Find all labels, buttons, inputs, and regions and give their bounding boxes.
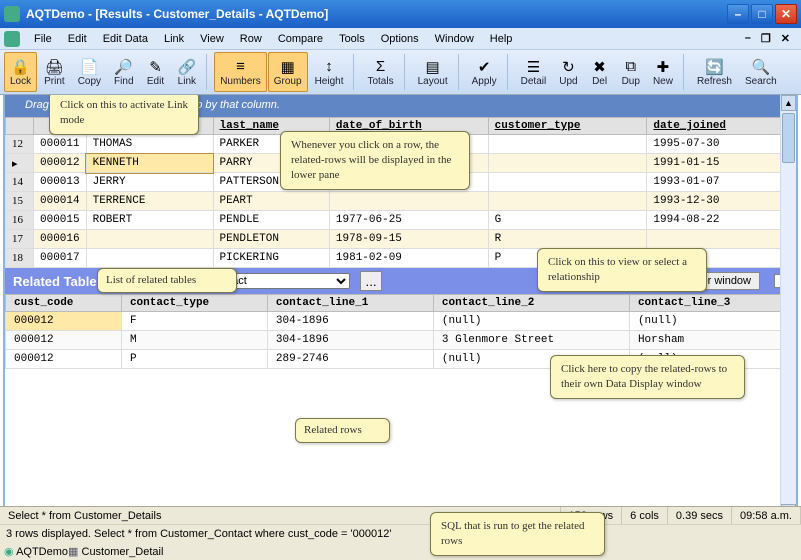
menu-options[interactable]: Options <box>373 31 427 47</box>
grid-icon: ▦ <box>68 546 78 558</box>
toolbar-upd-button[interactable]: ↻Upd <box>553 52 583 92</box>
callout-sql: SQL that is run to get the related rows <box>430 512 605 556</box>
status-sql-text: 3 rows displayed. Select * from Customer… <box>6 528 391 540</box>
callout-view-relationship: Click on this to view or select a relati… <box>537 248 707 292</box>
toolbar-detail-button[interactable]: ☰Detail <box>515 52 553 92</box>
apply-icon: ✔ <box>478 58 491 76</box>
menu-edit[interactable]: Edit <box>60 31 95 47</box>
height-icon: ↕ <box>325 58 333 76</box>
app-icon-small <box>4 31 20 47</box>
status-secs: 0.39 secs <box>668 507 732 524</box>
menu-view[interactable]: View <box>192 31 232 47</box>
upd-icon: ↻ <box>562 58 575 76</box>
callout-related-rows: Related rows <box>295 418 390 443</box>
result-tab[interactable]: ▦ Customer_Detail <box>68 545 163 558</box>
mdi-minimize[interactable]: – <box>742 32 754 45</box>
app-icon <box>4 6 20 22</box>
related-row[interactable]: 000012M304-18963 Glenmore StreetHorsham <box>6 331 796 350</box>
window-title: AQTDemo - [Results - Customer_Details - … <box>26 7 727 21</box>
menu-edit-data[interactable]: Edit Data <box>95 31 156 47</box>
table-row[interactable]: 15000014TERRENCEPEART1993-12-30 <box>6 192 785 211</box>
related-row[interactable]: 000012F304-1896(null)(null) <box>6 312 796 331</box>
print-icon: 🖨 <box>45 58 64 76</box>
toolbar-height-button[interactable]: ↕Height <box>309 52 350 92</box>
totals-icon: Σ <box>376 58 385 76</box>
db-tab[interactable]: ◉ AQTDemo <box>4 545 68 558</box>
callout-list-tables: List of related tables <box>97 268 237 293</box>
callout-link-mode: Click on this to activate Link mode <box>49 95 199 135</box>
menu-file[interactable]: File <box>26 31 60 47</box>
find-icon: 🔎 <box>114 58 133 76</box>
status-bar-sql: 3 rows displayed. Select * from Customer… <box>0 524 801 542</box>
relationship-picker-button[interactable]: ... <box>360 271 382 291</box>
menu-help[interactable]: Help <box>482 31 521 47</box>
table-row[interactable]: 16000015ROBERTPENDLE1977-06-25G1994-08-2… <box>6 211 785 230</box>
toolbar-link-button[interactable]: 🔗Link <box>172 52 203 92</box>
col-customer_type[interactable]: customer_type <box>488 118 647 135</box>
group-icon: ▦ <box>281 58 295 76</box>
menu-row[interactable]: Row <box>232 31 270 47</box>
link-icon: 🔗 <box>178 58 197 76</box>
search-icon: 🔍 <box>751 58 770 76</box>
vertical-scrollbar[interactable]: ▲ ▼ <box>780 95 796 520</box>
detail-icon: ☰ <box>527 58 540 76</box>
edit-icon: ✎ <box>149 58 162 76</box>
menu-link[interactable]: Link <box>156 31 192 47</box>
toolbar-copy-button[interactable]: 📄Copy <box>72 52 107 92</box>
toolbar-lock-button[interactable]: 🔒Lock <box>4 52 37 92</box>
toolbar-refresh-button[interactable]: 🔄Refresh <box>691 52 738 92</box>
col-rownum[interactable] <box>6 118 34 135</box>
layout-icon: ▤ <box>426 58 440 76</box>
toolbar-new-button[interactable]: ✚New <box>647 52 679 92</box>
title-bar: AQTDemo - [Results - Customer_Details - … <box>0 0 801 28</box>
status-bar-upper: Select * from Customer_Details 152 rows … <box>0 506 801 524</box>
toolbar-print-button[interactable]: 🖨Print <box>38 52 71 92</box>
refresh-icon: 🔄 <box>705 58 724 76</box>
toolbar-layout-button[interactable]: ▤Layout <box>412 52 454 92</box>
menu-compare[interactable]: Compare <box>270 31 331 47</box>
maximize-button[interactable]: □ <box>751 4 773 24</box>
content-area: Drag a column header here to group by th… <box>3 95 798 522</box>
menu-bar: FileEditEdit DataLinkViewRowCompareTools… <box>0 28 801 50</box>
related-tables-title: Related Tables <box>13 274 104 289</box>
db-icon: ◉ <box>4 546 14 558</box>
toolbar-find-button[interactable]: 🔎Find <box>108 52 139 92</box>
table-row[interactable]: 17000016PENDLETON1978-09-15R <box>6 230 785 249</box>
relcol-cust_code[interactable]: cust_code <box>6 295 122 312</box>
minimize-button[interactable]: – <box>727 4 749 24</box>
toolbar-edit-button[interactable]: ✎Edit <box>141 52 171 92</box>
relcol-contact_line_2[interactable]: contact_line_2 <box>433 295 629 312</box>
new-icon: ✚ <box>657 58 670 76</box>
status-cols: 6 cols <box>622 507 668 524</box>
mdi-restore[interactable]: ❐ <box>758 32 774 45</box>
toolbar: 🔒Lock🖨Print📄Copy🔎Find✎Edit🔗Link≡Numbers▦… <box>0 50 801 95</box>
menu-tools[interactable]: Tools <box>331 31 373 47</box>
callout-row-click: Whenever you click on a row, the related… <box>280 131 470 190</box>
relcol-contact_type[interactable]: contact_type <box>121 295 267 312</box>
mdi-close[interactable]: ✕ <box>778 32 793 45</box>
toolbar-group-button[interactable]: ▦Group <box>268 52 308 92</box>
lock-icon: 🔒 <box>11 58 30 76</box>
close-button[interactable]: ✕ <box>775 4 797 24</box>
menu-window[interactable]: Window <box>427 31 482 47</box>
numbers-icon: ≡ <box>236 58 245 76</box>
relcol-contact_line_1[interactable]: contact_line_1 <box>267 295 433 312</box>
toolbar-search-button[interactable]: 🔍Search <box>739 52 783 92</box>
bottom-tab-bar: ◉ AQTDemo ▦ Customer_Detail <box>0 542 801 560</box>
scroll-thumb[interactable] <box>782 113 795 163</box>
toolbar-numbers-button[interactable]: ≡Numbers <box>214 52 267 92</box>
toolbar-apply-button[interactable]: ✔Apply <box>466 52 503 92</box>
toolbar-dup-button[interactable]: ⧉Dup <box>616 52 646 92</box>
del-icon: ✖ <box>593 58 606 76</box>
toolbar-del-button[interactable]: ✖Del <box>585 52 615 92</box>
toolbar-totals-button[interactable]: ΣTotals <box>361 52 399 92</box>
col-date_joined[interactable]: date_joined <box>647 118 785 135</box>
status-time: 09:58 a.m. <box>732 507 801 524</box>
copy-icon: 📄 <box>80 58 99 76</box>
callout-copy: Click here to copy the related-rows to t… <box>550 355 745 399</box>
dup-icon: ⧉ <box>625 58 636 76</box>
scroll-up-arrow[interactable]: ▲ <box>781 95 796 111</box>
relcol-contact_line_3[interactable]: contact_line_3 <box>629 295 795 312</box>
